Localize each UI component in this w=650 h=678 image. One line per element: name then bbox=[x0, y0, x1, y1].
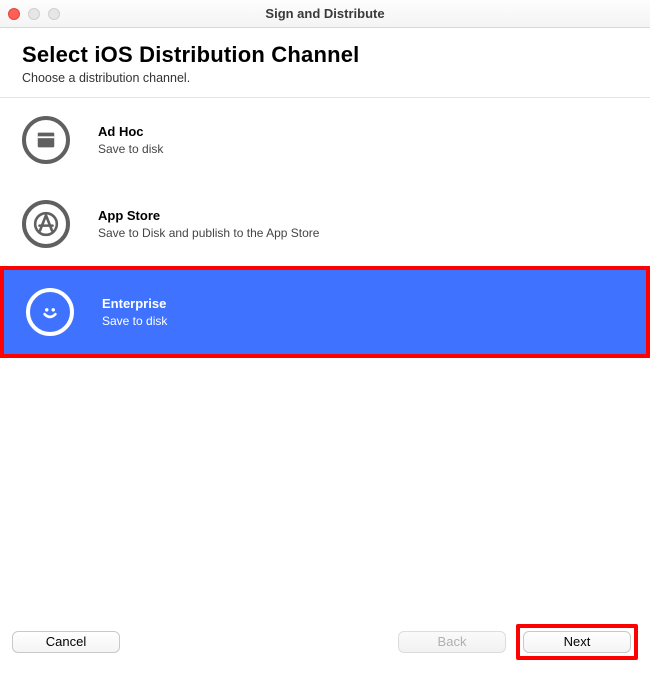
maximize-icon bbox=[48, 8, 60, 20]
page-title: Select iOS Distribution Channel bbox=[22, 42, 628, 68]
footer: Cancel Back Next bbox=[0, 614, 650, 678]
cancel-button[interactable]: Cancel bbox=[12, 631, 120, 653]
window-controls bbox=[8, 8, 60, 20]
page-header: Select iOS Distribution Channel Choose a… bbox=[0, 28, 650, 97]
minimize-icon bbox=[28, 8, 40, 20]
smile-icon bbox=[26, 288, 74, 336]
box-icon bbox=[22, 116, 70, 164]
channel-row-enterprise[interactable]: Enterprise Save to disk bbox=[4, 270, 646, 354]
channel-title: App Store bbox=[98, 208, 319, 223]
channel-subtitle: Save to Disk and publish to the App Stor… bbox=[98, 226, 319, 240]
back-button: Back bbox=[398, 631, 506, 653]
channel-row-adhoc[interactable]: Ad Hoc Save to disk bbox=[0, 98, 650, 182]
channel-title: Ad Hoc bbox=[98, 124, 163, 139]
window-title: Sign and Distribute bbox=[0, 6, 650, 21]
close-icon[interactable] bbox=[8, 8, 20, 20]
appstore-icon bbox=[22, 200, 70, 248]
channel-row-appstore[interactable]: App Store Save to Disk and publish to th… bbox=[0, 182, 650, 266]
channel-subtitle: Save to disk bbox=[102, 314, 167, 328]
channel-subtitle: Save to disk bbox=[98, 142, 163, 156]
titlebar: Sign and Distribute bbox=[0, 0, 650, 28]
channel-title: Enterprise bbox=[102, 296, 167, 311]
next-button[interactable]: Next bbox=[523, 631, 631, 653]
page-subtitle: Choose a distribution channel. bbox=[22, 71, 628, 85]
channel-list: Ad Hoc Save to disk App Store Save to Di… bbox=[0, 98, 650, 614]
selection-highlight: Enterprise Save to disk bbox=[0, 266, 650, 358]
next-highlight: Next bbox=[516, 624, 638, 660]
